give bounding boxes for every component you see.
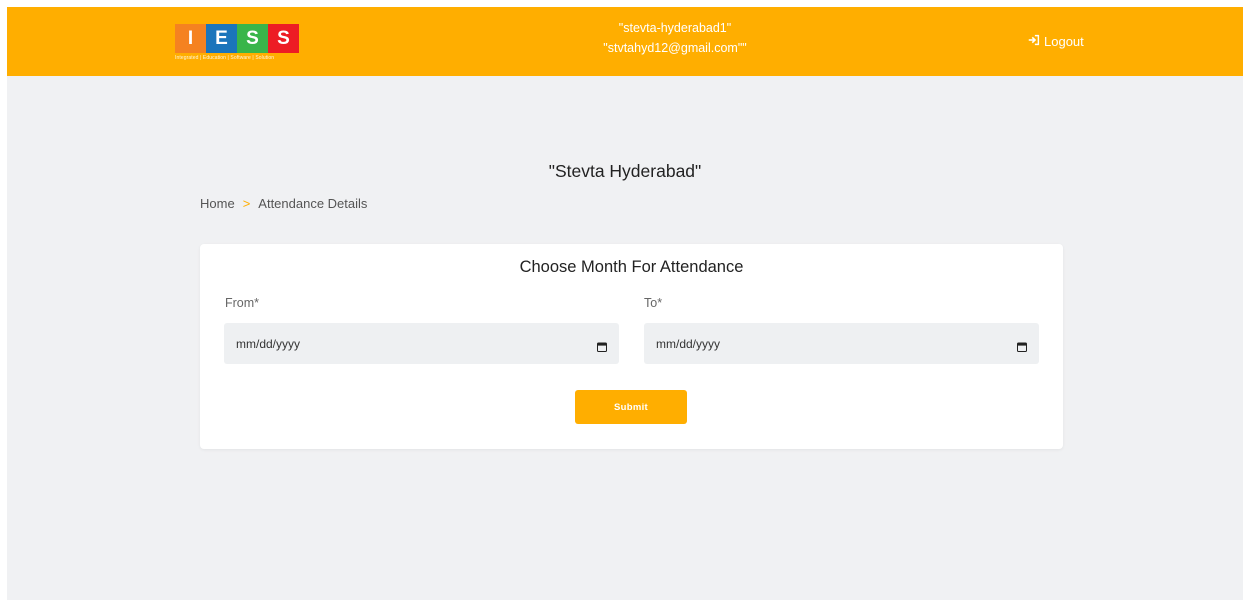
iess-logo[interactable]: I E S S Integrated | Education | Softwar…: [175, 24, 299, 62]
from-date-placeholder: mm/dd/yyyy: [236, 336, 301, 351]
logo-letter-s2: S: [268, 24, 299, 53]
logout-button[interactable]: Logout: [1027, 33, 1084, 50]
sign-out-icon: [1027, 33, 1044, 50]
calendar-icon[interactable]: [1017, 339, 1027, 352]
calendar-icon[interactable]: [597, 339, 607, 352]
logo-letter-i: I: [175, 24, 206, 53]
from-label: From*: [225, 296, 260, 310]
submit-button[interactable]: Submit: [575, 390, 687, 424]
logo-letter-e: E: [206, 24, 237, 53]
user-email-text: "stvtahyd12@gmail.com"": [603, 41, 747, 55]
breadcrumb-separator: >: [242, 196, 251, 211]
user-info: "stevta-hyderabad1" "stvtahyd12@gmail.co…: [507, 18, 843, 58]
page-title: "Stevta Hyderabad": [548, 161, 702, 181]
from-date-input[interactable]: mm/dd/yyyy: [224, 323, 619, 364]
form-title: Choose Month For Attendance: [519, 258, 744, 276]
attendance-form-card: Choose Month For Attendance From* mm/dd/…: [200, 244, 1063, 449]
top-navbar: I E S S Integrated | Education | Softwar…: [7, 7, 1243, 76]
app-frame: I E S S Integrated | Education | Softwar…: [7, 7, 1243, 600]
breadcrumb: Home > Attendance Details: [200, 196, 367, 211]
breadcrumb-home[interactable]: Home: [200, 196, 235, 211]
logout-label: Logout: [1044, 34, 1084, 49]
logo-tagline: Integrated | Education | Software | Solu…: [175, 55, 275, 61]
username-text: "stevta-hyderabad1": [618, 21, 732, 35]
logo-letter-s1: S: [237, 24, 268, 53]
breadcrumb-current: Attendance Details: [258, 196, 368, 211]
to-date-placeholder: mm/dd/yyyy: [656, 336, 721, 351]
logo-tiles: I E S S: [175, 24, 299, 53]
to-label: To*: [644, 296, 663, 310]
to-date-input[interactable]: mm/dd/yyyy: [644, 323, 1039, 364]
